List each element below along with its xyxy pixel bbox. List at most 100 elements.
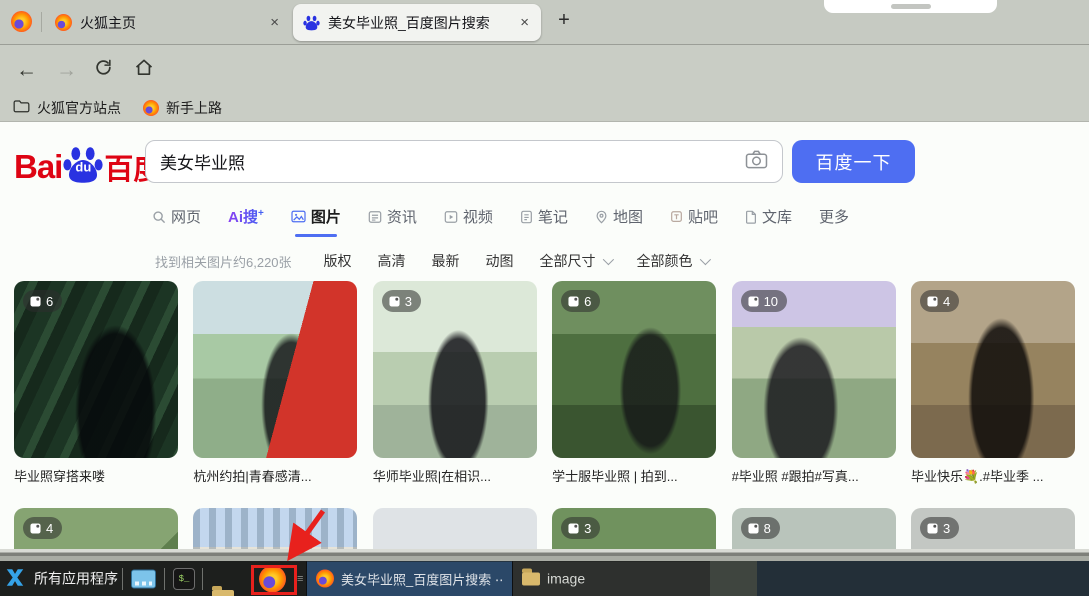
result-card[interactable]: 10 #毕业照 #跟拍#写真... (731, 281, 896, 485)
forward-button[interactable]: → (56, 59, 77, 80)
result-caption[interactable]: 学士服毕业照 | 拍到... (552, 466, 716, 485)
bookmarks-bar: 火狐官方站点 新手上路 (0, 94, 1089, 122)
baidu-search-button[interactable]: 百度一下 (792, 140, 915, 183)
nav-tab-wenku[interactable]: 文库 (745, 206, 792, 227)
nav-tab-images[interactable]: 图片 (291, 206, 341, 227)
result-thumbnail[interactable] (193, 281, 358, 458)
result-caption[interactable]: 毕业快乐💐.#毕业季 ... (911, 466, 1075, 485)
terminal-icon[interactable]: $_ (173, 567, 195, 590)
result-card[interactable] (372, 508, 537, 549)
badge-count: 6 (46, 293, 54, 309)
chevron-down-icon (699, 253, 711, 266)
baidu-nav-tabs: 网页 Ai搜+ 图片 资讯 视频 笔记 地图 贴吧 文库 更多 (152, 206, 849, 227)
nav-tab-more[interactable]: 更多 (819, 206, 849, 227)
baidu-paw-icon: du (63, 144, 103, 184)
window-drag-handle (891, 4, 931, 9)
result-card[interactable]: 4 毕业快乐💐.#毕业季 ... (910, 281, 1075, 485)
document-icon (745, 210, 757, 224)
filter-gif[interactable]: 动图 (486, 251, 514, 271)
desktop-screen: 火狐主页 × 美女毕业照_百度图片搜索 × + ← → 火狐官方站点 新手上路 … (0, 0, 1089, 596)
result-thumbnail[interactable]: 10 (731, 281, 896, 458)
result-thumbnail[interactable]: 6 (552, 281, 717, 458)
back-button[interactable]: ← (16, 59, 37, 80)
taskbar-separator (202, 567, 203, 590)
taskbar: 所有应用程序 $_ ≡ 美女毕业照_百度图片搜索 ⋯ image (0, 561, 1089, 596)
result-caption[interactable]: 华师毕业照|在相识... (373, 466, 537, 485)
results-row-2: 4 3 8 3 (0, 508, 1089, 549)
result-thumbnail[interactable]: 6 (14, 281, 178, 458)
result-card[interactable]: 3 (910, 508, 1075, 549)
result-card[interactable]: 8 (731, 508, 896, 549)
tab-firefox-home[interactable]: 火狐主页 × (45, 4, 291, 41)
image-count-badge: 3 (381, 290, 422, 312)
nav-tab-maps[interactable]: 地图 (595, 206, 643, 227)
image-count-badge: 3 (919, 517, 960, 539)
browser-toolbar: ← → https://image.baidu.com/search/index… (0, 44, 1089, 131)
search-box[interactable] (145, 140, 783, 183)
result-caption[interactable]: 毕业照穿搭来喽 (14, 466, 178, 485)
background-window-edge (824, 0, 997, 13)
nav-tab-news[interactable]: 资讯 (368, 206, 417, 227)
result-card[interactable]: 6 毕业照穿搭来喽 (14, 281, 178, 485)
result-thumbnail[interactable]: 4 (14, 508, 178, 549)
tab-close-icon[interactable]: × (518, 14, 531, 31)
result-card[interactable]: 3 华师毕业照|在相识... (372, 281, 537, 485)
filter-hd[interactable]: 高清 (378, 251, 406, 271)
applications-menu-button[interactable]: 所有应用程序 (4, 566, 118, 591)
filter-latest[interactable]: 最新 (432, 251, 460, 271)
baidu-favicon (303, 14, 320, 31)
bookmark-folder-firefox-sites[interactable]: 火狐官方站点 (13, 98, 121, 118)
result-thumbnail[interactable]: 3 (910, 508, 1075, 549)
new-tab-button[interactable]: + (551, 9, 577, 32)
file-manager-icon[interactable] (212, 585, 234, 596)
browser-titlebar: 火狐主页 × 美女毕业照_百度图片搜索 × + (0, 0, 1089, 44)
home-button[interactable] (134, 57, 154, 82)
show-desktop-icon[interactable] (131, 569, 156, 588)
taskbar-separator (164, 567, 165, 590)
baidu-logo[interactable]: Bai du 百度 (14, 144, 162, 190)
search-input[interactable] (160, 151, 737, 172)
task-button-firefox[interactable]: 美女毕业照_百度图片搜索 ⋯ (306, 561, 512, 596)
result-caption[interactable]: #毕业照 #跟拍#写真... (732, 466, 896, 485)
result-thumbnail[interactable]: 8 (731, 508, 896, 549)
dropdown-all-colors[interactable]: 全部颜色 (637, 251, 711, 271)
nav-tab-label: 图片 (310, 209, 341, 226)
result-thumbnail[interactable] (193, 508, 358, 549)
nav-tab-label: 资讯 (386, 209, 417, 226)
bookmark-getting-started[interactable]: 新手上路 (143, 98, 222, 118)
dropdown-all-sizes[interactable]: 全部尺寸 (539, 251, 614, 271)
result-card[interactable]: 6 学士服毕业照 | 拍到... (552, 281, 717, 485)
nav-tab-label: 贴吧 (687, 209, 718, 226)
result-thumbnail[interactable]: 4 (910, 281, 1075, 458)
result-thumbnail[interactable]: 3 (552, 508, 717, 549)
result-card[interactable]: 4 (14, 508, 178, 549)
nav-tab-video[interactable]: 视频 (444, 206, 493, 227)
result-card[interactable] (193, 508, 358, 549)
nav-tab-web[interactable]: 网页 (152, 206, 201, 227)
badge-count: 3 (584, 520, 592, 536)
task-title: image (547, 570, 586, 587)
result-caption[interactable]: 杭州约拍|青春感清... (193, 466, 357, 485)
result-thumbnail[interactable]: 3 (372, 281, 537, 458)
news-icon (368, 210, 382, 224)
firefox-window-icon[interactable] (11, 11, 32, 32)
badge-count: 3 (404, 293, 413, 309)
task-button-image-folder[interactable]: image (512, 561, 710, 596)
dropdown-label: 全部尺寸 (539, 253, 596, 269)
camera-search-icon[interactable] (745, 150, 768, 174)
nav-tab-tieba[interactable]: 贴吧 (670, 206, 718, 227)
applications-menu-icon (4, 566, 26, 591)
nav-tab-notes[interactable]: 笔记 (520, 206, 568, 227)
nav-tab-label: 笔记 (537, 209, 568, 226)
tab-baidu-image-search[interactable]: 美女毕业照_百度图片搜索 × (293, 4, 541, 41)
image-count-badge: 6 (561, 290, 601, 312)
nav-tab-ai-search[interactable]: Ai搜+ (228, 206, 264, 227)
result-card[interactable]: 杭州约拍|青春感清... (193, 281, 358, 485)
reload-button[interactable] (94, 58, 113, 82)
result-card[interactable]: 3 (552, 508, 717, 549)
badge-count: 4 (46, 520, 54, 536)
result-thumbnail[interactable] (372, 508, 537, 549)
map-pin-icon (595, 210, 608, 224)
filter-copyright[interactable]: 版权 (324, 251, 352, 271)
tab-close-icon[interactable]: × (268, 14, 281, 31)
